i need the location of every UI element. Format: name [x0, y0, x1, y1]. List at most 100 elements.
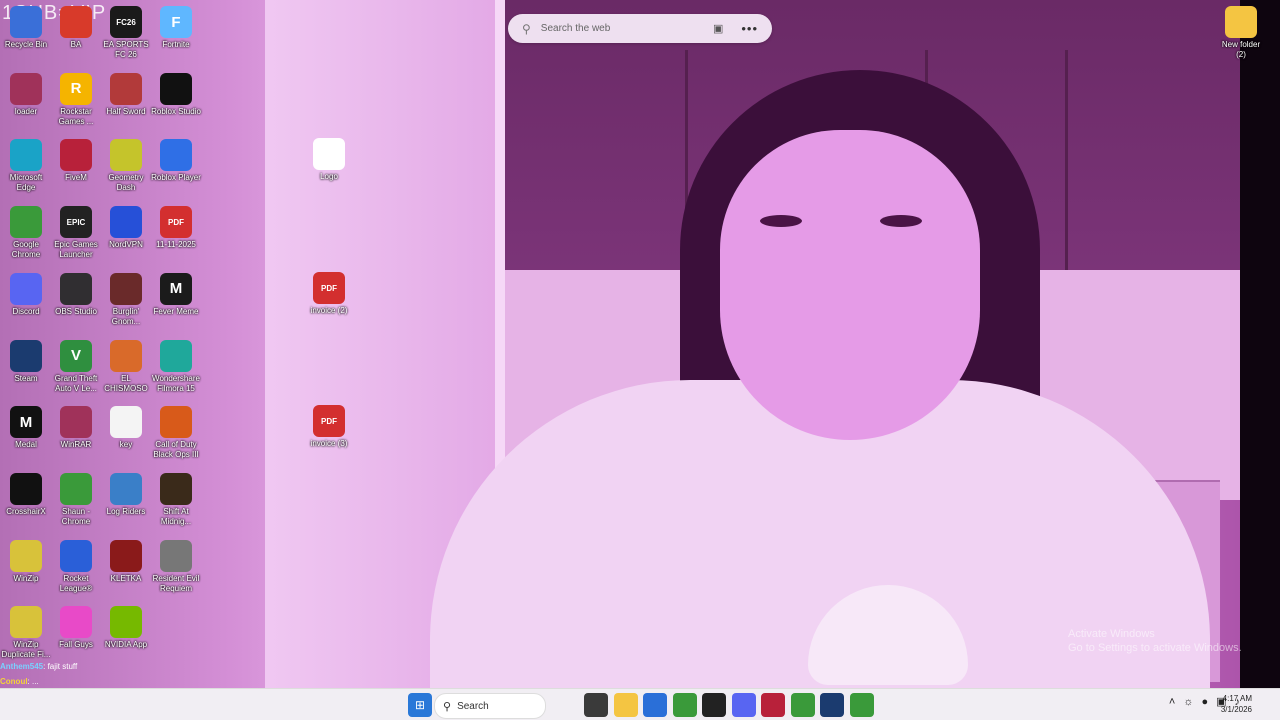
- shortcut-label: KLETKA: [110, 573, 142, 583]
- winzip-duplicate-icon: [10, 606, 42, 639]
- desktop-shortcut[interactable]: Discord: [1, 272, 51, 317]
- adobe-icon[interactable]: [761, 693, 785, 717]
- desktop-shortcut[interactable]: Logo: [304, 138, 354, 182]
- shortcut-label: Microsoft Edge: [9, 173, 43, 193]
- clock-time: 4:17 AM: [1222, 694, 1252, 703]
- shortcut-label: Discord: [12, 306, 40, 316]
- shortcut-label: EA SPORTS FC 26: [103, 40, 149, 59]
- burglin-gnomes-icon: [110, 272, 142, 305]
- shortcut-label: Logo: [320, 172, 338, 181]
- desktop-shortcut[interactable]: Half Sword: [101, 72, 151, 117]
- desktop-shortcut[interactable]: FC26 EA SPORTS FC 26: [101, 6, 151, 60]
- gta-icon: V: [60, 339, 92, 372]
- taskbar-clock[interactable]: 4:17 AM 3/1/2026: [1212, 693, 1252, 715]
- shortcut-label: Half Sword: [106, 106, 146, 116]
- desktop-shortcut[interactable]: R Rockstar Games ...: [51, 72, 101, 127]
- desktop-shortcut[interactable]: Wondershare Filmora 15: [151, 339, 201, 394]
- activate-windows-subtitle: Go to Settings to activate Windows.: [1068, 642, 1242, 654]
- desktop-shortcut[interactable]: Fall Guys: [51, 606, 101, 650]
- desktop-shortcut[interactable]: New folder (2): [1216, 6, 1266, 60]
- desktop-shortcut[interactable]: Burglin' Gnom...: [101, 272, 151, 327]
- desktop-shortcut[interactable]: Roblox Player: [151, 139, 201, 183]
- half-sword-icon: [110, 72, 142, 105]
- desktop-shortcut[interactable]: V Grand Theft Auto V Le...: [51, 339, 101, 394]
- desktop-shortcut[interactable]: Steam: [1, 339, 51, 384]
- desktop-search-bar[interactable]: ⚲ Search the web ▣ •••: [508, 14, 772, 43]
- desktop-shortcut[interactable]: Resident Evil Requiem: [151, 539, 201, 594]
- desktop-shortcut[interactable]: WinZip: [1, 539, 51, 584]
- eye: [760, 215, 802, 227]
- desktop-shortcut[interactable]: BA: [51, 6, 101, 50]
- desktop-shortcut[interactable]: Shaun - Chrome: [51, 472, 101, 527]
- desktop-shortcut[interactable]: WinZip Duplicate Fi...: [1, 606, 51, 660]
- shortcut-label: EL CHISMOSO: [104, 373, 148, 393]
- shortcut-label: Shaun - Chrome: [61, 506, 91, 526]
- steam-icon[interactable]: [820, 693, 844, 717]
- chrome-icon[interactable]: [672, 693, 697, 717]
- desktop-shortcut[interactable]: EL CHISMOSO: [101, 339, 151, 394]
- desktop-shortcut[interactable]: FiveM: [51, 139, 101, 183]
- desktop-shortcut[interactable]: WinRAR: [51, 406, 101, 450]
- fortnite-icon: F: [160, 6, 192, 38]
- chat-username: Conoul: [0, 677, 28, 686]
- chat-message: Anthem545: fajit stuff: [0, 662, 260, 674]
- desktop-shortcut[interactable]: F Fortnite: [151, 6, 201, 50]
- shortcut-label: Shift At Midnig...: [160, 506, 192, 526]
- desktop-shortcut[interactable]: loader: [1, 72, 51, 117]
- desktop-shortcut[interactable]: Google Chrome: [1, 206, 51, 260]
- search-placeholder[interactable]: Search the web: [541, 23, 713, 34]
- filmora-icon: [160, 339, 192, 372]
- desktop-shortcut[interactable]: CrosshairX: [1, 472, 51, 517]
- rockstar-icon: R: [60, 72, 92, 105]
- desktop-shortcut[interactable]: EPIC Epic Games Launcher: [51, 206, 101, 260]
- file-explorer-icon[interactable]: [584, 693, 608, 717]
- shortcut-label: Geometry Dash: [108, 173, 144, 193]
- desktop-shortcut[interactable]: Rocket League®: [51, 539, 101, 594]
- discord-icon[interactable]: [731, 693, 756, 717]
- desktop-shortcut[interactable]: Geometry Dash: [101, 139, 151, 193]
- cabinet-divider: [1065, 50, 1068, 270]
- desktop-shortcut[interactable]: Roblox Studio: [151, 72, 201, 117]
- desktop-shortcut[interactable]: Log Riders: [101, 472, 151, 517]
- app-icon[interactable]: [702, 693, 726, 717]
- microphone-icon[interactable]: ●: [1201, 696, 1208, 708]
- chrome-icon[interactable]: [790, 693, 815, 717]
- shortcut-label: Fortnite: [162, 40, 190, 49]
- desktop-shortcut[interactable]: Shift At Midnig...: [151, 472, 201, 527]
- desktop-shortcut[interactable]: Call of Duty Black Ops III: [151, 406, 201, 460]
- chrome-icon[interactable]: [849, 693, 874, 717]
- chrome-icon: [10, 206, 42, 239]
- shortcut-label: Wondershare Filmora 15: [152, 373, 200, 393]
- shortcut-label: WinRAR: [60, 440, 92, 450]
- desktop-shortcut[interactable]: M Medal: [1, 406, 51, 450]
- folder-icon: [1225, 6, 1257, 38]
- shortcut-label: Fever Meme: [153, 306, 199, 316]
- more-options-icon[interactable]: •••: [741, 21, 758, 36]
- medal-icon: M: [10, 406, 42, 439]
- desktop-shortcut[interactable]: PDF invoice (2): [304, 272, 354, 316]
- desktop-shortcut[interactable]: PDF 11-11-2025: [151, 206, 201, 250]
- desktop-shortcut[interactable]: Microsoft Edge: [1, 139, 51, 193]
- desktop-shortcut[interactable]: OBS Studio: [51, 272, 101, 317]
- store-icon[interactable]: [643, 693, 667, 717]
- recycle-bin-icon: [10, 6, 42, 38]
- desktop-shortcut[interactable]: NordVPN: [101, 206, 151, 250]
- pdf-icon: PDF: [160, 206, 192, 239]
- shortcut-label: BA: [70, 40, 82, 49]
- taskbar-search[interactable]: ⚲ Search: [434, 693, 546, 719]
- chevron-up-icon[interactable]: ˄: [1169, 696, 1175, 708]
- start-button[interactable]: ⊞: [408, 693, 432, 717]
- desktop-shortcut[interactable]: PDF invoice (3): [304, 405, 354, 449]
- network-icon[interactable]: ☼: [1183, 696, 1193, 708]
- desktop-shortcut[interactable]: KLETKA: [101, 539, 151, 584]
- folder-icon[interactable]: [613, 693, 638, 717]
- desktop-shortcut[interactable]: NVIDIA App: [101, 606, 151, 650]
- visual-search-icon[interactable]: ▣: [713, 22, 723, 35]
- desktop-shortcut[interactable]: key: [101, 406, 151, 450]
- desktop-shortcut[interactable]: M Fever Meme: [151, 272, 201, 317]
- search-icon: ⚲: [522, 21, 531, 36]
- discord-icon: [10, 272, 42, 305]
- shortcut-label: Fall Guys: [59, 640, 93, 650]
- desktop-shortcut[interactable]: Recycle Bin: [1, 6, 51, 50]
- shortcut-label: Log Riders: [106, 506, 146, 516]
